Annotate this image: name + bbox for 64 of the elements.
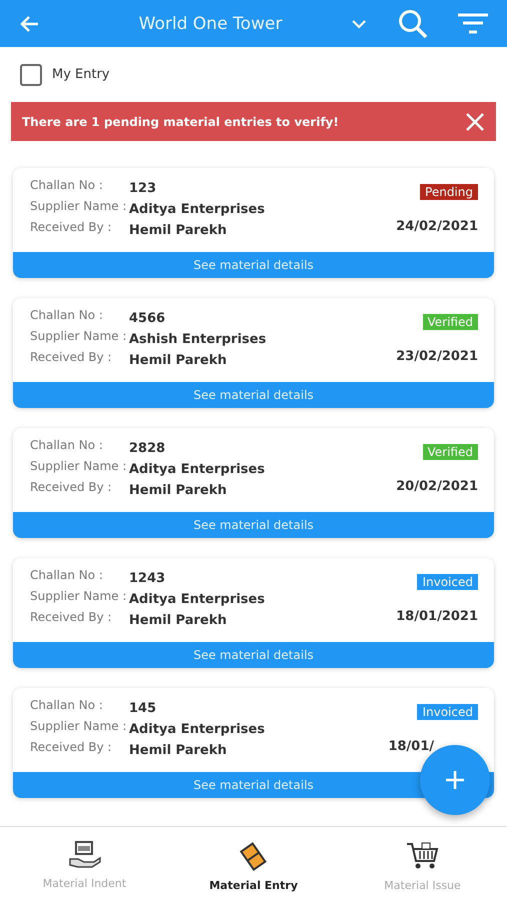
challan-number: 145: [129, 700, 158, 716]
nav-tab[interactable]: Material Indent: [0, 827, 169, 900]
status-badge: Verified: [422, 444, 478, 460]
close-button[interactable]: [466, 112, 484, 130]
project-title: World One Tower: [138, 14, 284, 34]
alert-message: There are 1 pending material entries to verify!: [22, 114, 339, 128]
entry-date: 18/01/2021: [396, 609, 478, 624]
checkbox-label: My Entry: [52, 67, 110, 82]
field-label: Supplier Name :: [30, 589, 128, 605]
search-icon: [397, 8, 429, 40]
challan-number: 1243: [129, 570, 166, 586]
close-icon: [466, 112, 484, 130]
entry-date: 18/01/: [388, 739, 434, 754]
supplier-name: Aditya Enterprises: [129, 201, 266, 217]
entry-date: 23/02/2021: [396, 349, 478, 364]
plus-icon: [445, 770, 465, 790]
entry-date: 24/02/2021: [396, 219, 478, 234]
receiver-name: Hemil Parekh: [129, 612, 228, 628]
field-label: Challan No :: [30, 308, 104, 324]
supplier-name: Aditya Enterprises: [129, 591, 266, 607]
receiver-name: Hemil Parekh: [129, 222, 228, 238]
filter-icon: [457, 12, 489, 34]
status-badge: Pending: [420, 184, 478, 200]
dropdown-button[interactable]: [351, 18, 367, 28]
field-label: Received By :: [30, 480, 113, 496]
field-label: Supplier Name :: [30, 459, 128, 475]
search-button[interactable]: [397, 8, 429, 40]
status-badge: Invoiced: [417, 574, 478, 590]
supplier-name: Ashish Enterprises: [129, 331, 268, 347]
field-label: Received By :: [30, 610, 113, 626]
field-label: Supplier Name :: [30, 719, 128, 735]
shopping-cart-icon: [406, 841, 440, 871]
see-details-button[interactable]: See material details: [13, 382, 494, 408]
receiver-name: Hemil Parekh: [129, 742, 228, 758]
challan-number: 123: [129, 180, 158, 196]
challan-number: 2828: [129, 440, 166, 456]
nav-tab[interactable]: Material Entry: [169, 827, 338, 900]
receiver-name: Hemil Parekh: [129, 352, 228, 368]
nav-tab[interactable]: Material Issue: [338, 827, 507, 900]
supplier-name: Aditya Enterprises: [129, 461, 266, 477]
field-label: Supplier Name :: [30, 329, 128, 345]
status-badge: Invoiced: [417, 704, 478, 720]
field-label: Challan No :: [30, 438, 104, 454]
my-entry-checkbox[interactable]: [20, 64, 42, 86]
field-label: Received By :: [30, 220, 113, 236]
field-label: Challan No :: [30, 178, 104, 194]
receiver-name: Hemil Parekh: [129, 482, 228, 498]
field-label: Supplier Name :: [30, 199, 128, 215]
back-arrow-icon: [20, 14, 40, 32]
see-details-button[interactable]: See material details: [13, 252, 494, 278]
entry-date: 20/02/2021: [396, 479, 478, 494]
see-details-button[interactable]: See material details: [13, 512, 494, 538]
filter-button[interactable]: [457, 12, 489, 34]
field-label: Challan No :: [30, 568, 104, 584]
field-label: Received By :: [30, 740, 113, 756]
field-label: Challan No :: [30, 698, 104, 714]
supplier-name: Aditya Enterprises: [129, 721, 266, 737]
field-label: Received By :: [30, 350, 113, 366]
back-button[interactable]: [20, 14, 40, 32]
status-badge: Verified: [422, 314, 478, 330]
chevron-down-icon: [351, 18, 367, 28]
challan-number: 4566: [129, 310, 166, 326]
see-details-button[interactable]: See material details: [13, 642, 494, 668]
laptop-hand-icon: [68, 841, 102, 869]
